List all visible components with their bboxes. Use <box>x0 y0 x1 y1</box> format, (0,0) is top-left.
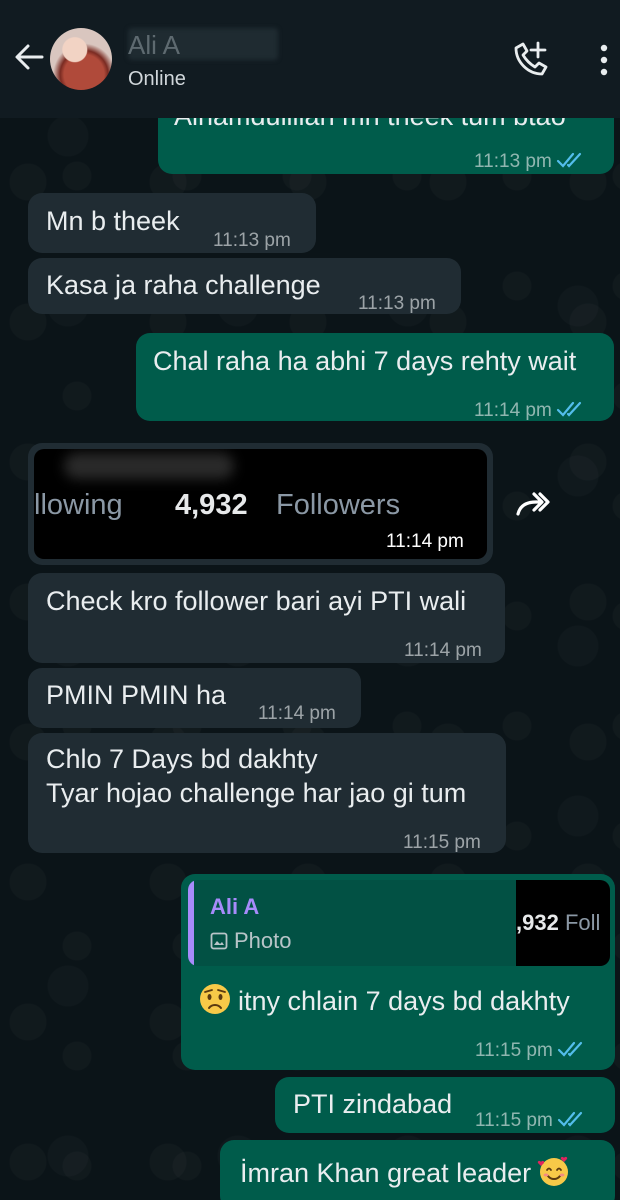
read-ticks-icon <box>557 1111 582 1127</box>
worried-face-icon <box>200 984 230 1014</box>
read-ticks-icon <box>557 1041 582 1057</box>
contact-status: Online <box>128 68 186 90</box>
image-text-followers: Followers <box>276 489 401 521</box>
image-redaction <box>64 453 234 479</box>
more-vertical-icon[interactable] <box>592 42 616 78</box>
message-text: Check kro follower bari ayi PTI wali <box>46 586 467 616</box>
message-text-line: Chlo 7 Days bd dakhty <box>46 744 318 774</box>
message-time: 11:14 pm <box>404 640 482 661</box>
message-text: Kasa ja raha challenge <box>46 270 321 300</box>
message-text-line: Tyar hojao challenge har jao gi tum <box>46 778 467 808</box>
message-bubble-incoming[interactable]: Mn b theek 11:13 pm <box>28 193 316 253</box>
forward-icon[interactable] <box>512 484 556 528</box>
photo-icon <box>210 932 228 950</box>
read-ticks-icon <box>556 152 581 168</box>
message-text: PMIN PMIN ha <box>46 680 227 710</box>
message-time: 11:13 pm <box>474 144 586 180</box>
message-bubble-incoming[interactable]: PMIN PMIN ha 11:14 pm <box>28 668 361 728</box>
message-text: Mn b theek <box>46 206 180 236</box>
quoted-message[interactable]: Ali A Photo ,932 Foll <box>188 880 610 966</box>
contact-name[interactable]: Ali A <box>128 30 180 61</box>
message-time: 11:15 pm <box>403 832 481 853</box>
avatar[interactable] <box>50 28 112 90</box>
message-bubble-outgoing[interactable]: Chal raha ha abhi 7 days rehty wait 11:1… <box>136 333 614 421</box>
message-bubble-outgoing[interactable]: İmran Khan great leader <box>220 1140 615 1200</box>
message-text: İmran Khan great leader <box>240 1154 571 1191</box>
quote-type: Photo <box>210 928 292 954</box>
message-bubble-incoming[interactable]: Check kro follower bari ayi PTI wali 11:… <box>28 573 505 663</box>
message-text: Chal raha ha abhi 7 days rehty wait <box>153 346 577 376</box>
quote-accent-bar <box>188 880 194 966</box>
chat-header: Ali A Online <box>0 0 620 118</box>
image-message[interactable]: llowing 4,932 Followers 11:14 pm <box>28 443 493 565</box>
message-time: 11:15 pm <box>475 1103 587 1139</box>
back-arrow-icon[interactable] <box>12 40 46 74</box>
image-text-count: 4,932 <box>175 489 248 521</box>
message-time: 11:14 pm <box>386 531 464 552</box>
message-text: PTI zindabad <box>293 1089 453 1119</box>
smiling-face-with-hearts-icon <box>537 1156 569 1186</box>
message-time: 11:15 pm <box>475 1040 587 1062</box>
quote-thumbnail: ,932 Foll <box>516 880 610 966</box>
message-time: 11:13 pm <box>358 293 436 314</box>
read-ticks-icon <box>556 401 581 417</box>
message-time: 11:13 pm <box>213 230 291 251</box>
message-time: 11:14 pm <box>474 393 586 429</box>
image-text-following: llowing <box>34 489 123 521</box>
quote-sender: Ali A <box>210 894 260 919</box>
message-bubble-incoming[interactable]: Chlo 7 Days bd dakhty Tyar hojao challen… <box>28 733 506 853</box>
quote-type-label: Photo <box>234 928 292 953</box>
image-preview[interactable]: llowing 4,932 Followers 11:14 pm <box>34 449 487 559</box>
message-time: 11:14 pm <box>258 703 336 724</box>
quote-thumb-text: ,932 Foll <box>516 910 601 935</box>
message-bubble-incoming[interactable]: Kasa ja raha challenge 11:13 pm <box>28 258 461 314</box>
add-call-icon[interactable] <box>510 40 550 80</box>
message-text: itny chlain 7 days bd dakhty <box>198 982 570 1019</box>
message-bubble-outgoing[interactable]: PTI zindabad 11:15 pm <box>275 1077 615 1133</box>
